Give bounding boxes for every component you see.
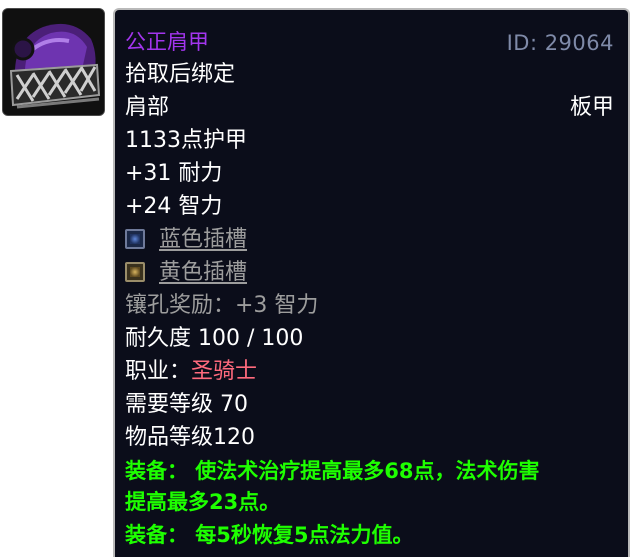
blue-socket-icon — [125, 229, 145, 249]
durability: 耐久度 100 / 100 — [125, 326, 304, 351]
stat-stamina: +31 耐力 — [125, 161, 223, 186]
class-requirement: 职业：圣骑士 — [125, 359, 257, 385]
item-name[interactable]: 公正肩甲 — [125, 29, 209, 55]
class-name: 圣骑士 — [191, 359, 258, 384]
socket-yellow-row[interactable]: 黄色插槽 — [125, 260, 247, 286]
yellow-socket-icon — [125, 262, 145, 282]
bind-type: 拾取后绑定 — [125, 62, 236, 87]
purple-shoulder-armor-icon — [3, 9, 104, 115]
item-icon[interactable] — [2, 8, 105, 116]
armor-value: 1133点护甲 — [125, 128, 247, 153]
item-level: 物品等级120 — [125, 425, 255, 450]
item-slot: 肩部 — [125, 95, 170, 120]
item-id: ID: 29064 — [506, 31, 614, 55]
required-level: 需要等级 70 — [125, 392, 248, 417]
class-prefix: 职业： — [125, 359, 192, 384]
stat-intellect: +24 智力 — [125, 194, 223, 219]
equip-effect-1-cont: 提高最多23点。 — [125, 490, 281, 514]
socket-label: 黄色插槽 — [159, 260, 248, 285]
item-tooltip: 公正肩甲 ID: 29064 拾取后绑定 肩部 板甲 1133点护甲 +31 耐… — [113, 8, 630, 557]
socket-blue-row[interactable]: 蓝色插槽 — [125, 227, 247, 253]
socket-bonus: 镶孔奖励：+3 智力 — [125, 293, 319, 318]
socket-label: 蓝色插槽 — [159, 227, 248, 252]
equip-effect-2: 装备： 每5秒恢复5点法力值。 — [125, 523, 414, 547]
armor-type: 板甲 — [569, 95, 614, 120]
equip-effect-1: 装备： 使法术治疗提高最多68点，法术伤害 — [125, 459, 540, 483]
